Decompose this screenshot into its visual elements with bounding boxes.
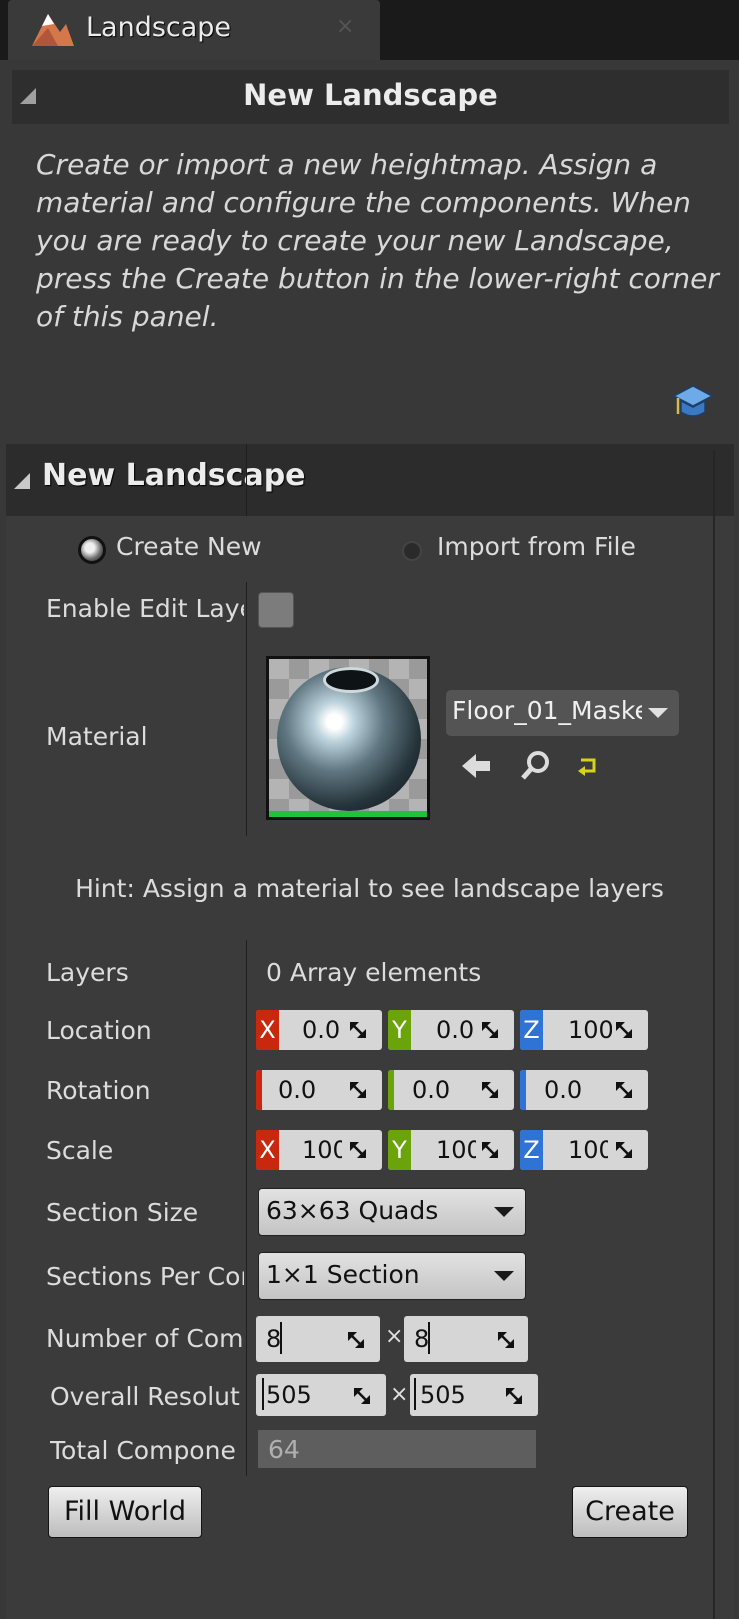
spinner-arrows-icon[interactable]	[348, 1080, 368, 1100]
x-axis-marker	[256, 1070, 262, 1110]
multiply-sign: ×	[390, 1382, 409, 1407]
total-components-value: 64	[268, 1435, 300, 1464]
scale-label: Scale	[46, 1136, 114, 1165]
overall-resolution-y-value: 505	[420, 1381, 466, 1409]
rotation-y-value: 0.0	[412, 1076, 451, 1104]
scale-z-value: 100	[568, 1136, 608, 1164]
section-size-value: 63×63 Quads	[266, 1196, 439, 1225]
create-new-radio[interactable]	[78, 536, 106, 564]
column-divider	[246, 444, 247, 516]
section-size-label: Section Size	[46, 1198, 199, 1227]
scale-y-value: 100	[436, 1136, 476, 1164]
y-axis-marker	[388, 1070, 394, 1110]
import-from-file-radio[interactable]	[402, 541, 422, 561]
spinner-arrows-icon[interactable]	[614, 1080, 634, 1100]
spinner-arrows-icon[interactable]	[480, 1140, 500, 1160]
layers-label: Layers	[46, 958, 129, 987]
browse-magnifier-icon[interactable]	[520, 750, 552, 782]
material-label: Material	[46, 722, 148, 751]
text-cursor	[262, 1378, 264, 1410]
chevron-down-icon[interactable]	[648, 708, 668, 718]
overall-resolution-label: Overall Resoluti	[50, 1382, 240, 1411]
rotation-z-value: 0.0	[544, 1076, 583, 1104]
category-title: New Landscape	[42, 458, 306, 493]
multiply-sign: ×	[385, 1324, 404, 1349]
location-y-value: 0.0	[436, 1016, 475, 1044]
material-asset-bar	[269, 811, 427, 817]
landscape-mode-icon	[32, 14, 74, 46]
spinner-arrows-icon[interactable]	[346, 1330, 366, 1350]
create-button[interactable]: Create	[572, 1486, 688, 1538]
enable-edit-layers-label: Enable Edit Laye	[46, 594, 244, 623]
close-icon[interactable]: ×	[336, 14, 354, 39]
scale-x-value: 100	[302, 1136, 342, 1164]
x-axis-badge: X	[256, 1010, 279, 1050]
text-cursor	[414, 1378, 416, 1410]
hint-text: Hint: Assign a material to see landscape…	[75, 874, 664, 903]
number-of-components-x-value: 8	[266, 1325, 282, 1353]
text-cursor	[280, 1322, 282, 1354]
number-of-components-y-value: 8	[414, 1325, 430, 1353]
overall-resolution-x-value: 505	[266, 1381, 312, 1409]
spinner-arrows-icon[interactable]	[480, 1080, 500, 1100]
rotation-label: Rotation	[46, 1076, 151, 1105]
total-components-label: Total Compone	[50, 1436, 236, 1465]
import-from-file-label[interactable]: Import from File	[437, 532, 636, 561]
text-cursor	[428, 1322, 430, 1354]
material-sphere-opening	[323, 667, 379, 693]
z-axis-marker	[520, 1070, 526, 1110]
create-new-label[interactable]: Create New	[116, 532, 262, 561]
sections-per-component-value: 1×1 Section	[266, 1260, 420, 1289]
description-text: Create or import a new heightmap. Assign…	[36, 148, 719, 333]
chevron-down-icon[interactable]	[494, 1207, 514, 1217]
y-axis-badge: Y	[388, 1130, 411, 1170]
spinner-arrows-icon[interactable]	[348, 1020, 368, 1040]
chevron-down-icon[interactable]	[494, 1271, 514, 1281]
material-value: Floor_01_Maske	[452, 696, 642, 725]
column-divider	[246, 940, 247, 1476]
reset-to-default-icon[interactable]	[576, 756, 598, 776]
number-of-components-label: Number of Comp	[46, 1324, 244, 1353]
tutorial-cap-icon[interactable]	[672, 382, 714, 426]
z-axis-badge: Z	[520, 1010, 543, 1050]
use-selected-arrow-icon[interactable]	[460, 752, 492, 780]
spinner-arrows-icon[interactable]	[504, 1386, 524, 1406]
z-axis-badge: Z	[520, 1130, 543, 1170]
fill-world-button[interactable]: Fill World	[48, 1486, 202, 1538]
column-divider	[246, 582, 247, 836]
spinner-arrows-icon[interactable]	[614, 1140, 634, 1160]
tab-title: Landscape	[86, 12, 232, 43]
location-z-value: 100	[568, 1016, 612, 1044]
sections-per-component-label: Sections Per Cor	[46, 1262, 244, 1291]
scrollbar[interactable]	[713, 450, 715, 1619]
location-label: Location	[46, 1016, 152, 1045]
location-x-value: 0.0	[302, 1016, 341, 1044]
spinner-arrows-icon[interactable]	[348, 1140, 368, 1160]
section-title: New Landscape	[243, 78, 498, 112]
enable-edit-layers-checkbox[interactable]	[258, 592, 294, 628]
y-axis-badge: Y	[388, 1010, 411, 1050]
spinner-arrows-icon[interactable]	[480, 1020, 500, 1040]
collapse-arrow-icon[interactable]	[14, 473, 30, 489]
layers-value: 0 Array elements	[266, 958, 482, 987]
spinner-arrows-icon[interactable]	[614, 1020, 634, 1040]
spinner-arrows-icon[interactable]	[496, 1330, 516, 1350]
x-axis-badge: X	[256, 1130, 279, 1170]
rotation-x-value: 0.0	[278, 1076, 317, 1104]
spinner-arrows-icon[interactable]	[352, 1386, 372, 1406]
